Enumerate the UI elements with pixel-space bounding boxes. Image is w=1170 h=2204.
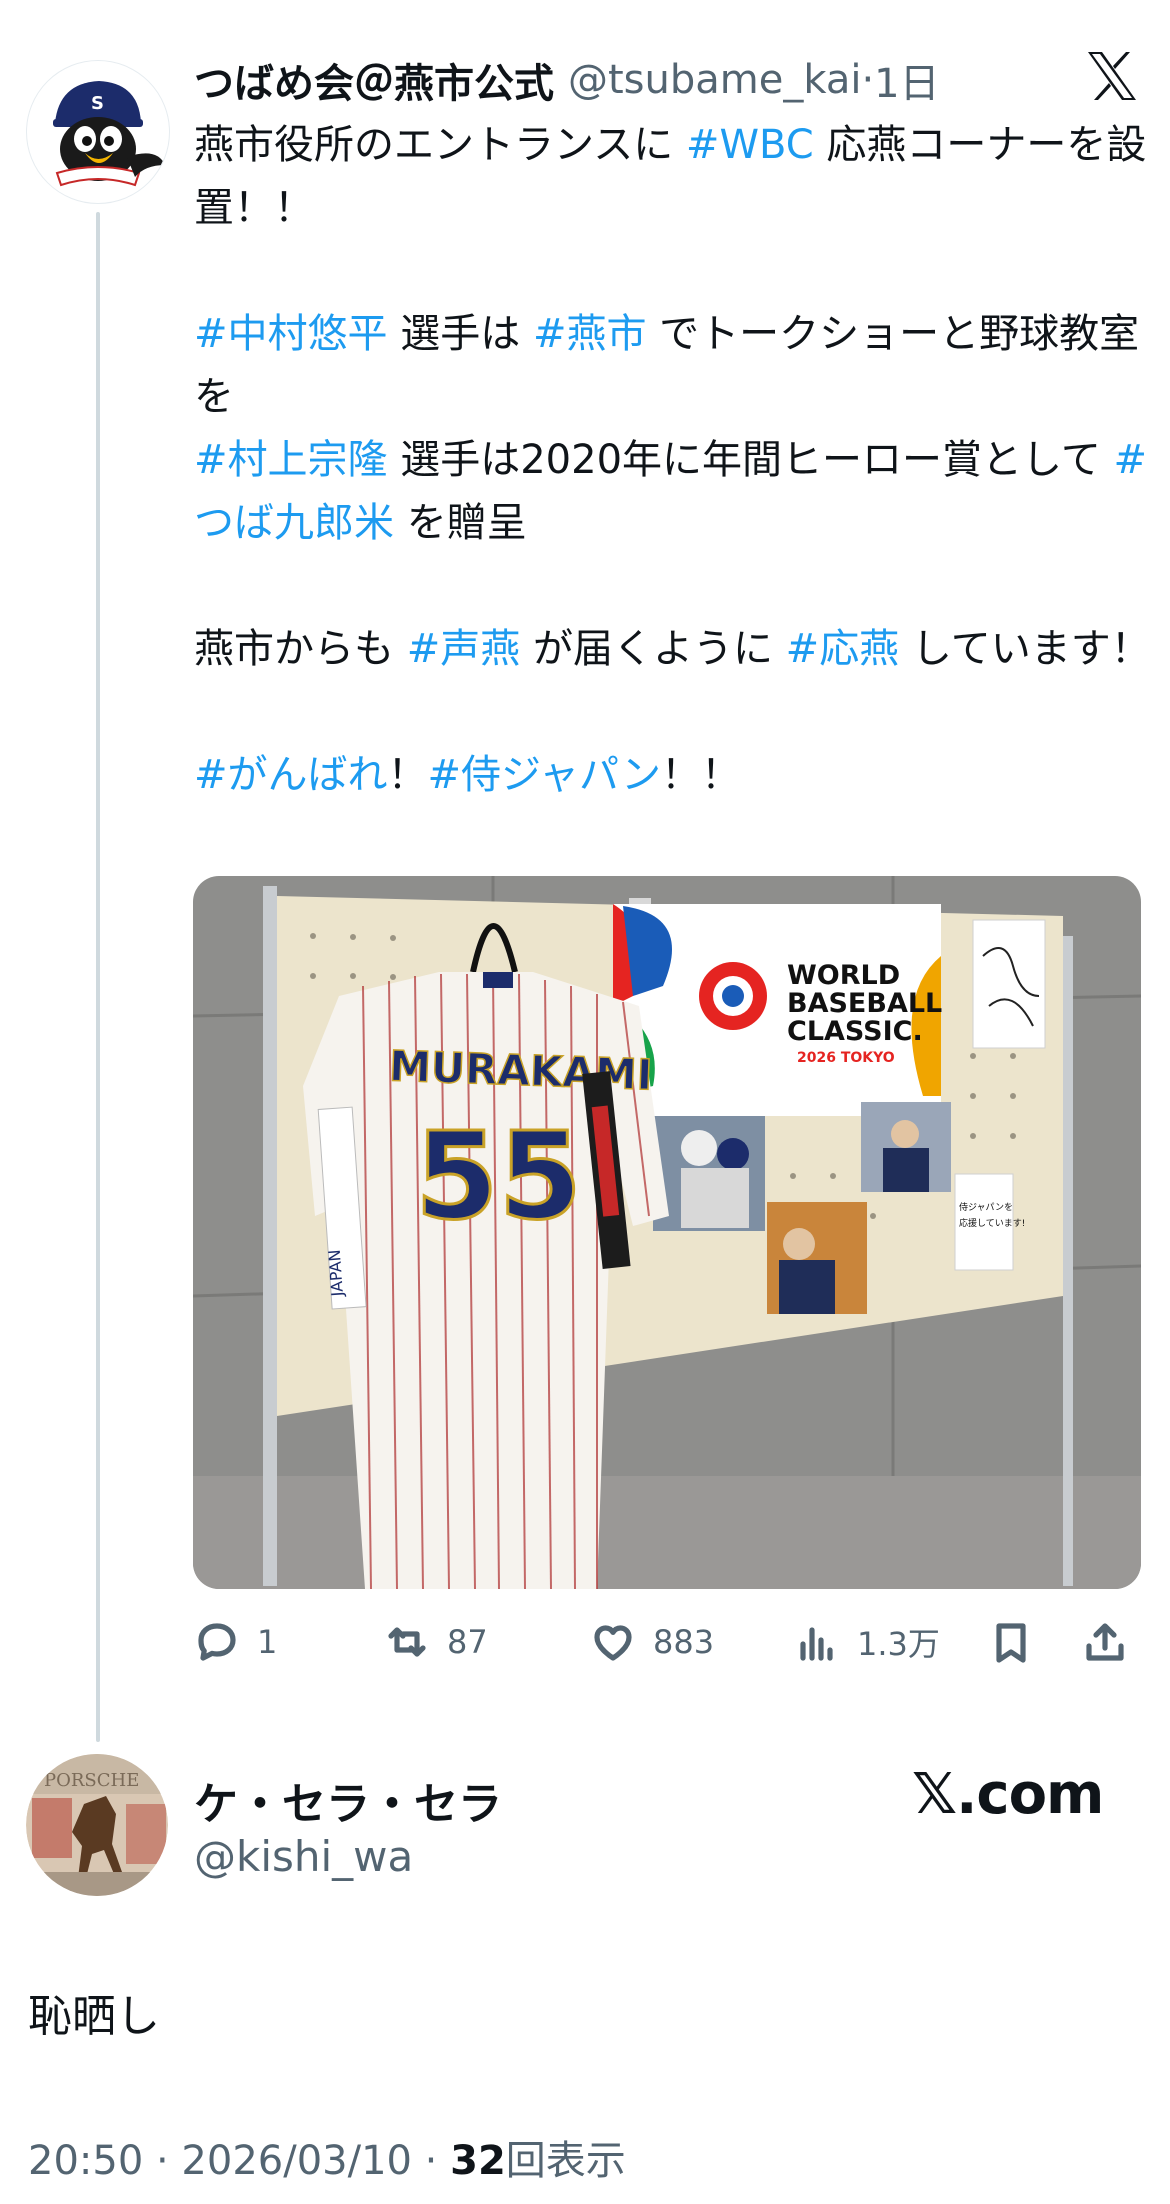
reply-text: 恥晒し	[28, 1991, 160, 2042]
share-button[interactable]	[1081, 1612, 1129, 1672]
reply-author-name[interactable]: ケ・セラ・セラ	[194, 1768, 502, 1832]
hashtag-link[interactable]: #WBC	[686, 122, 814, 168]
heart-icon	[594, 1625, 632, 1661]
reply-icon	[198, 1623, 236, 1661]
x-logo-icon[interactable]	[1084, 48, 1140, 104]
retweet-button[interactable]: 87	[383, 1612, 488, 1672]
reply-avatar[interactable]: PORSCHE	[26, 1754, 168, 1896]
author-handle[interactable]: @tsubame_kai	[568, 57, 861, 103]
thread-line	[96, 212, 100, 1742]
hashtag-link[interactable]: #燕市	[533, 311, 647, 357]
jersey-name: MURAKAMI	[388, 1041, 653, 1099]
like-button[interactable]: 883	[589, 1612, 714, 1672]
wbc-display-photo: WORLD BASEBALL CLASSIC. 2026 TOKYO 侍ジャパン…	[193, 876, 1141, 1589]
reply-view-count: 32	[450, 2138, 506, 2184]
hashtag-link[interactable]: #中村悠平	[194, 311, 388, 357]
view-count: 1.3万	[857, 1625, 940, 1663]
tweet-text: 燕市役所のエントランスに #WBC 応燕コーナーを設置！！ #中村悠平 選手は …	[194, 114, 1154, 807]
reply-meta: 20:50 · 2026/03/10 · 32回表示	[28, 2128, 626, 2186]
avatar[interactable]: S	[26, 60, 170, 204]
banner-line-3: CLASSIC.	[787, 1016, 923, 1047]
views-button[interactable]: 1.3万	[793, 1612, 940, 1672]
reply-button[interactable]: 1	[193, 1612, 277, 1672]
tweet-text-segment: しています！	[911, 626, 1151, 672]
tweet-actions: 1 87 883 1.3万	[193, 1612, 1141, 1672]
tweet-photo[interactable]: WORLD BASEBALL CLASSIC. 2026 TOKYO 侍ジャパン…	[193, 876, 1141, 1589]
author-name[interactable]: つばめ会＠燕市公式	[194, 51, 554, 109]
analytics-icon	[800, 1627, 833, 1661]
banner-line-1: WORLD	[787, 960, 900, 991]
hashtag-link[interactable]: #声燕	[407, 626, 521, 672]
x-com-brand[interactable]: 𝕏.com	[912, 1762, 1104, 1827]
hashtag-link[interactable]: #がんばれ	[194, 752, 388, 798]
svg-text:PORSCHE: PORSCHE	[44, 1770, 139, 1791]
sash-text: JAPAN	[325, 1249, 347, 1298]
card-text-1: 侍ジャパンを	[959, 1202, 1013, 1213]
tweet-text-segment: 選手は	[387, 311, 533, 357]
hashtag-link[interactable]: #応燕	[786, 626, 900, 672]
swallow-mascot-icon: S	[28, 62, 168, 202]
retweet-icon	[388, 1627, 426, 1657]
like-count: 883	[653, 1623, 715, 1661]
tweet-text-segment: 選手は2020年に年間ヒーロー賞として	[387, 437, 1114, 483]
jersey-number: 55	[415, 1108, 582, 1247]
bookmark-button[interactable]	[987, 1612, 1035, 1672]
retweet-count: 87	[447, 1623, 488, 1661]
card-text-2: 応援しています!	[959, 1217, 1025, 1229]
reply-count: 1	[257, 1623, 278, 1661]
tweet-time[interactable]: 1日	[874, 51, 939, 109]
tweet-text-segment: ！！	[661, 752, 742, 798]
tweet-text-segment: が届くように	[520, 626, 786, 672]
reply-timestamp[interactable]: 20:50 · 2026/03/10 ·	[28, 2138, 450, 2184]
banner-line-2: BASEBALL	[787, 988, 942, 1019]
horse-statue-avatar-icon: PORSCHE	[26, 1754, 168, 1896]
tweet-text-segment: ！	[387, 752, 428, 798]
reply-author-handle[interactable]: @kishi_wa	[194, 1832, 413, 1881]
tweet-text-segment: 燕市役所のエントランスに	[194, 122, 686, 168]
hashtag-link[interactable]: #侍ジャパン	[428, 752, 662, 798]
svg-text:S: S	[91, 93, 104, 114]
hashtag-link[interactable]: #村上宗隆	[194, 437, 388, 483]
bookmark-icon	[996, 1623, 1026, 1663]
tweet-header: つばめ会＠燕市公式 @tsubame_kai · 1日	[194, 50, 940, 110]
separator: ·	[861, 57, 875, 103]
reply-views-label: 回表示	[505, 2138, 626, 2184]
banner-sub: 2026 TOKYO	[797, 1050, 895, 1066]
share-icon	[1086, 1623, 1124, 1661]
